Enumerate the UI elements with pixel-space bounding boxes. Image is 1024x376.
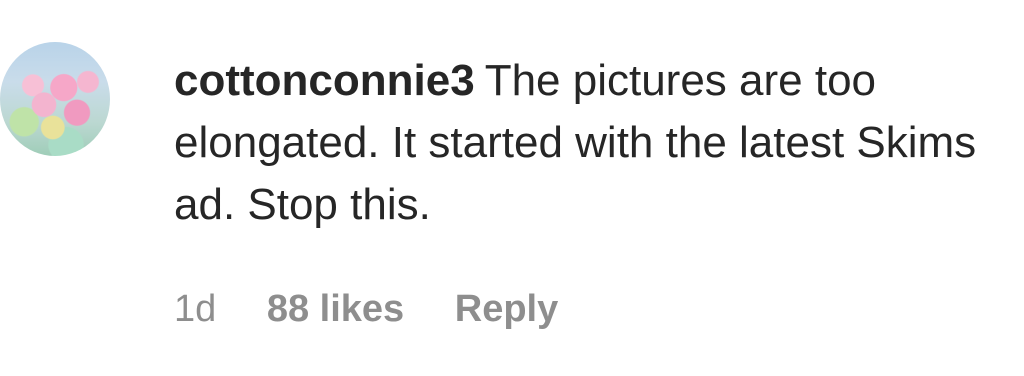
comment-timestamp[interactable]: 1d [174,288,216,330]
reply-button[interactable]: Reply [455,288,558,330]
likes-count-button[interactable]: 88 likes [267,288,404,330]
comment-username[interactable]: cottonconnie3 [174,56,475,105]
comment-meta: 1d 88 likes Reply [174,286,598,332]
user-avatar-icon[interactable] [0,42,110,156]
comment-body: cottonconnie3 The pictures are too elonga… [174,50,994,236]
comment: cottonconnie3 The pictures are too elonga… [0,0,1024,376]
